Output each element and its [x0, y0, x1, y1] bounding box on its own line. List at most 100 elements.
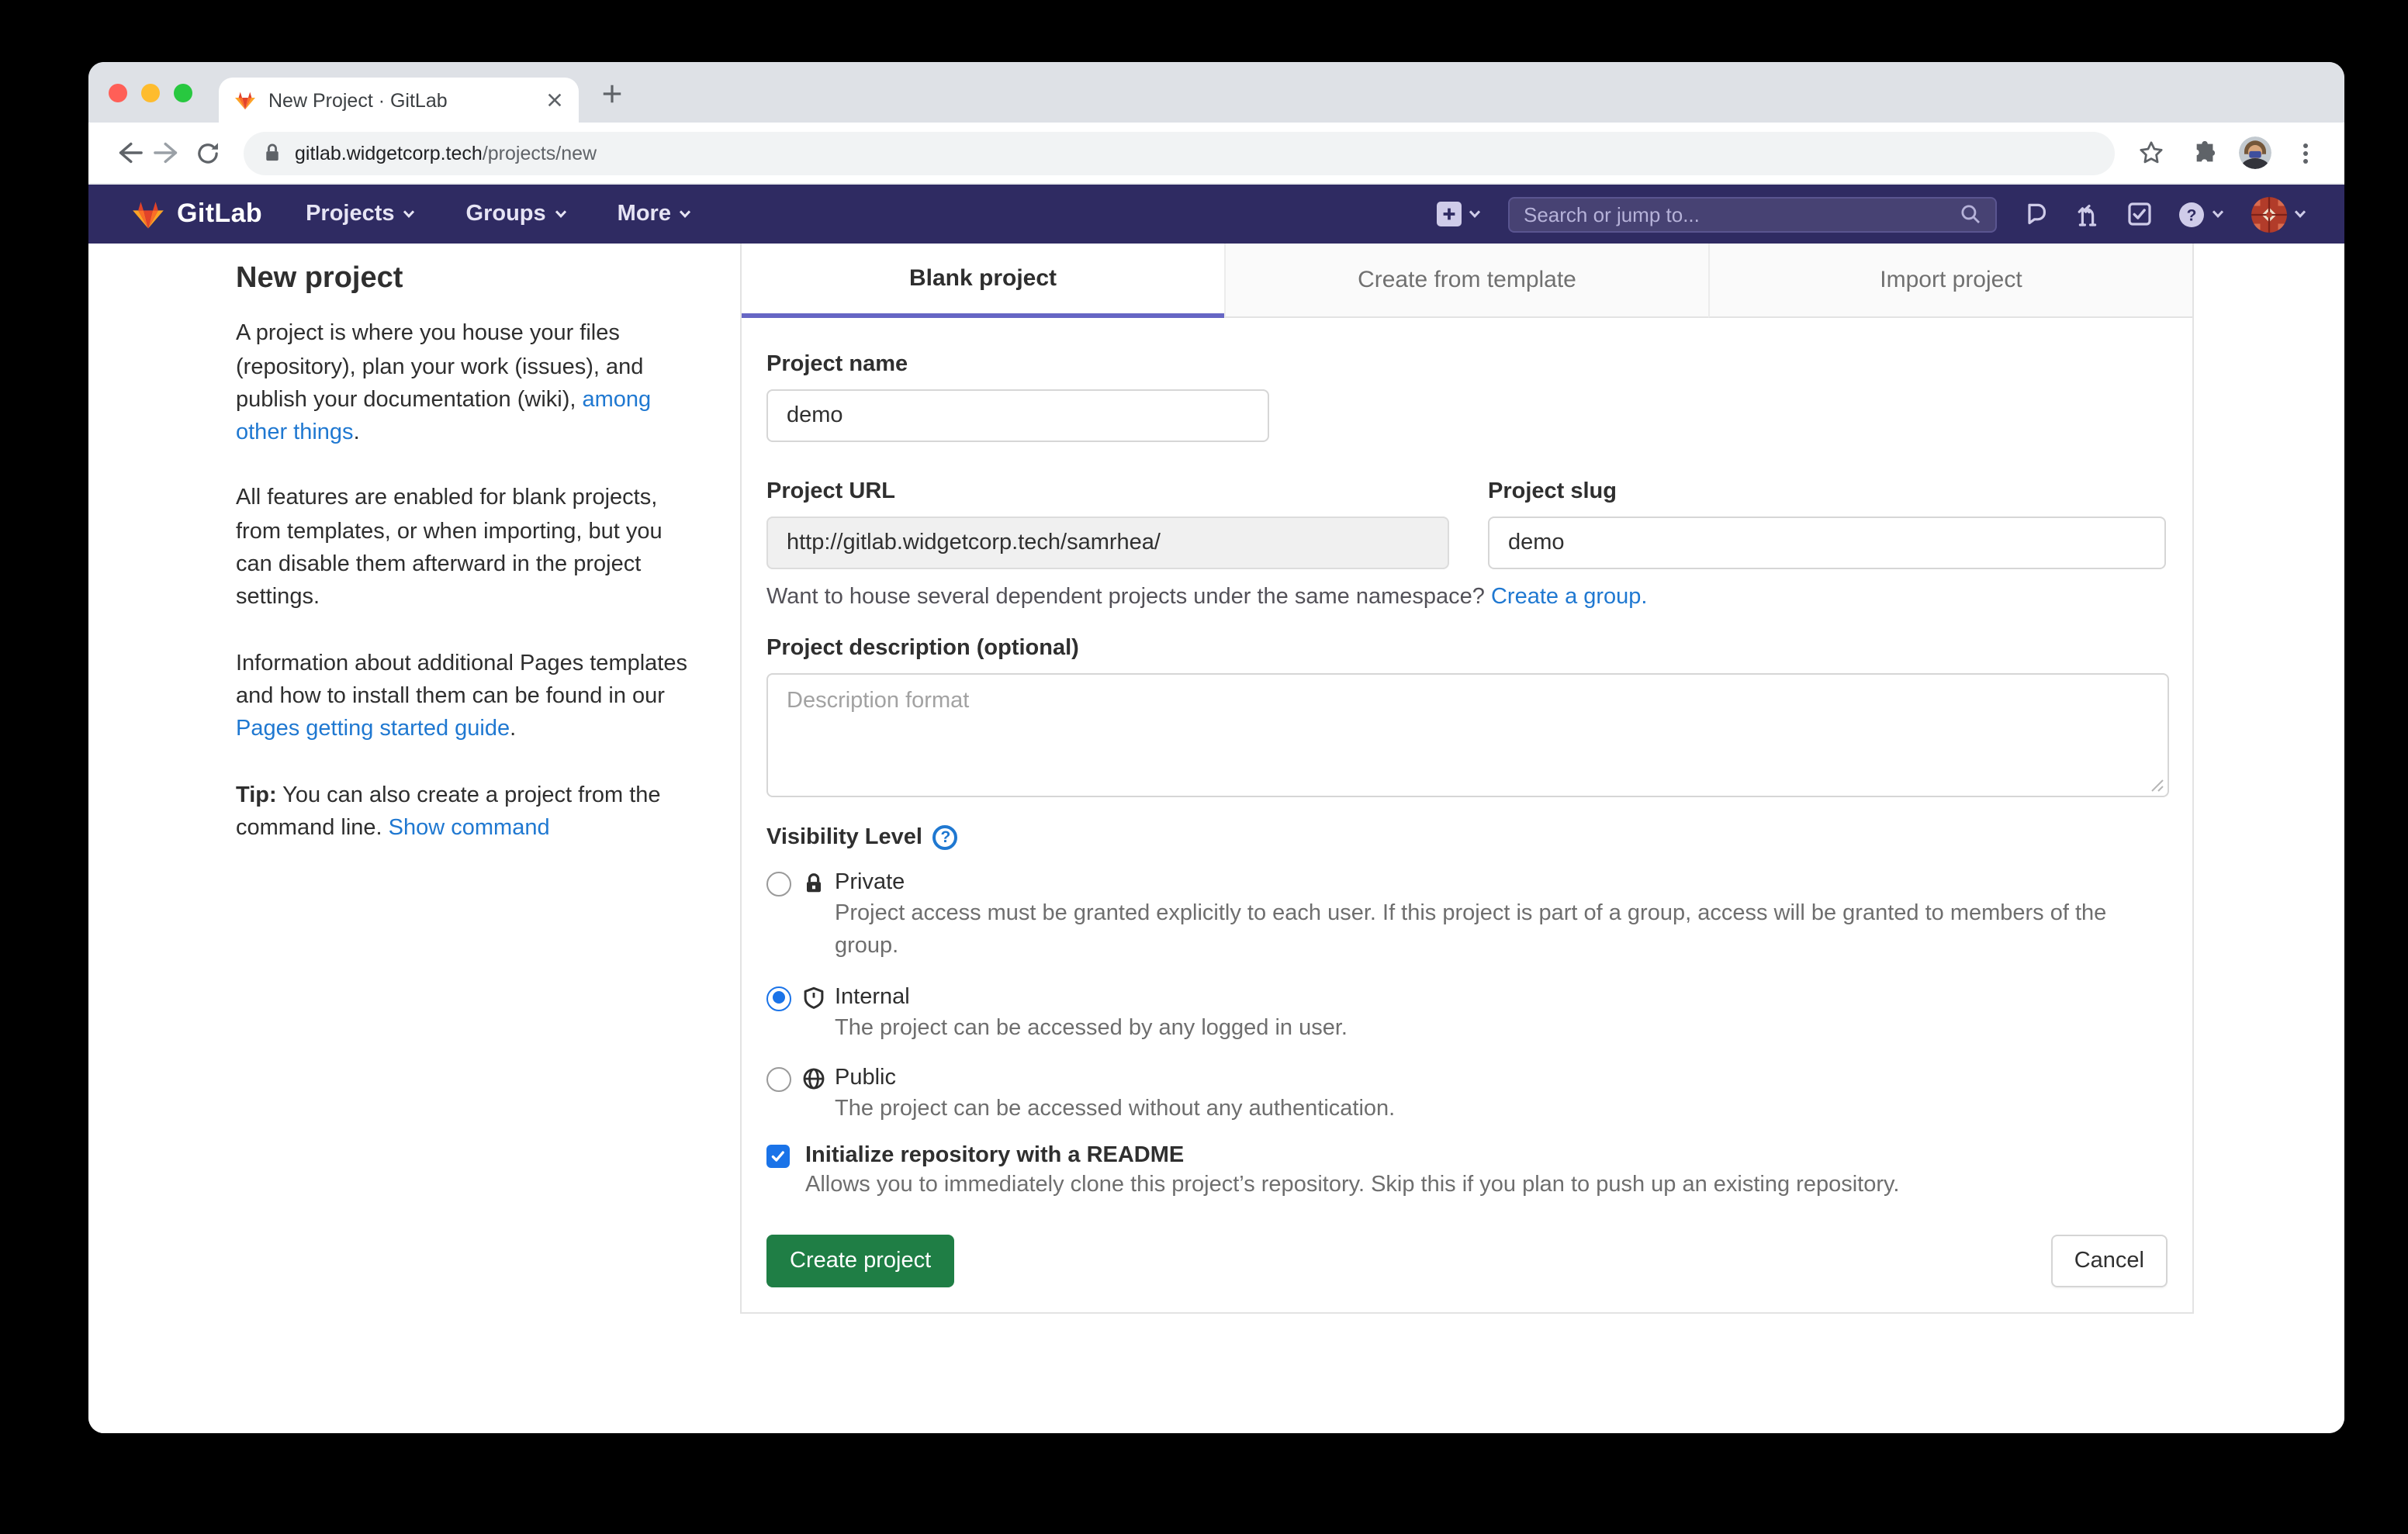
brand-name: GitLab — [177, 199, 262, 230]
help-icon: ? — [2178, 201, 2205, 227]
visibility-option-public[interactable]: Public The project can be accessed witho… — [766, 1066, 2168, 1127]
reload-icon[interactable] — [188, 133, 228, 173]
traffic-lights — [109, 84, 192, 102]
visibility-option-private[interactable]: Private Project access must be granted e… — [766, 870, 2168, 964]
browser-window: New Project · GitLab — [88, 62, 2344, 1433]
browser-tabstrip: New Project · GitLab — [88, 62, 2344, 123]
project-url-input[interactable] — [766, 517, 1449, 569]
p3-text: Information about additional Pages templ… — [236, 651, 687, 709]
search-input[interactable] — [1524, 202, 1960, 226]
visibility-help-icon[interactable]: ? — [933, 825, 958, 850]
internal-label: Internal — [835, 984, 1348, 1009]
chevron-down-icon — [2293, 209, 2307, 219]
browser-menu-kebab-icon[interactable] — [2285, 133, 2326, 173]
gitlab-favicon-icon — [234, 90, 256, 110]
gitlab-navbar: GitLab Projects Groups More — [88, 185, 2344, 244]
p1-period: . — [354, 420, 360, 445]
issues-icon[interactable] — [2023, 202, 2048, 226]
nav-projects-menu[interactable]: Projects — [306, 202, 416, 226]
project-slug-input[interactable] — [1488, 517, 2166, 569]
readme-label: Initialize repository with a README — [805, 1143, 1184, 1168]
bookmark-star-icon[interactable] — [2130, 133, 2171, 173]
p3-period: . — [510, 717, 516, 742]
pages-guide-link[interactable]: Pages getting started guide — [236, 717, 510, 742]
merge-requests-icon[interactable] — [2074, 201, 2101, 227]
browser-toolbar: gitlab.widgetcorp.tech/projects/new — [88, 123, 2344, 185]
nav-groups-menu[interactable]: Groups — [466, 202, 568, 226]
forward-icon[interactable] — [147, 133, 188, 173]
search-icon — [1960, 203, 1981, 225]
screen: New Project · GitLab — [0, 0, 2408, 1534]
page-content: New project A project is where you house… — [88, 244, 2344, 1433]
sidebar-paragraph-1: A project is where you house your files … — [236, 319, 690, 451]
private-radio[interactable] — [766, 872, 791, 897]
project-description-textarea[interactable] — [766, 673, 2169, 797]
url-host: gitlab.widgetcorp.tech — [295, 142, 483, 164]
tab-close-icon[interactable] — [546, 92, 563, 109]
lock-icon — [802, 872, 825, 903]
project-type-tabs: Blank project Create from template Impor… — [742, 244, 2192, 318]
browser-tab[interactable]: New Project · GitLab — [219, 78, 579, 123]
nav-more-label: More — [618, 202, 671, 226]
sidebar-tip: Tip: You can also create a project from … — [236, 779, 690, 845]
plus-square-icon — [1437, 202, 1462, 226]
project-name-input[interactable] — [766, 389, 1269, 442]
internal-radio[interactable] — [766, 986, 791, 1011]
gitlab-logo[interactable]: GitLab — [132, 199, 262, 230]
readme-option[interactable]: Initialize repository with a README — [766, 1143, 2168, 1168]
readme-checkbox[interactable] — [766, 1145, 790, 1168]
sidebar-help-text: New project A project is where you house… — [236, 262, 690, 878]
visibility-option-internal[interactable]: Internal The project can be accessed by … — [766, 984, 2168, 1045]
lock-icon — [264, 143, 281, 163]
public-label: Public — [835, 1066, 1395, 1090]
zoom-window-button[interactable] — [174, 84, 192, 102]
project-name-label: Project name — [766, 352, 2168, 377]
private-description: Project access must be granted explicitl… — [835, 898, 2154, 964]
create-project-button[interactable]: Create project — [766, 1235, 954, 1287]
show-command-link[interactable]: Show command — [389, 816, 550, 841]
visibility-level-label: Visibility Level — [766, 825, 922, 850]
tab-blank-project[interactable]: Blank project — [742, 244, 1224, 318]
global-search[interactable] — [1508, 196, 1997, 232]
public-radio[interactable] — [766, 1067, 791, 1092]
navbar-menus: Projects Groups More — [306, 202, 693, 226]
cancel-button[interactable]: Cancel — [2051, 1235, 2168, 1287]
new-project-panel: Blank project Create from template Impor… — [740, 244, 2194, 1314]
tip-label: Tip: — [236, 783, 277, 807]
form-actions: Create project Cancel — [766, 1235, 2168, 1287]
new-menu-dropdown[interactable] — [1437, 202, 1482, 226]
project-description-label: Project description (optional) — [766, 636, 2168, 661]
page-title: New project — [236, 262, 690, 295]
browser-profile-avatar[interactable] — [2239, 136, 2271, 169]
chevron-down-icon — [403, 209, 417, 219]
namespace-hint-text: Want to house several dependent projects… — [766, 585, 1491, 610]
tab-create-from-template[interactable]: Create from template — [1224, 244, 1708, 318]
svg-text:?: ? — [2187, 206, 2197, 223]
public-description: The project can be accessed without any … — [835, 1093, 1395, 1127]
close-window-button[interactable] — [109, 84, 127, 102]
new-tab-button[interactable] — [600, 82, 624, 105]
tab-import-project[interactable]: Import project — [1708, 244, 2192, 318]
user-menu-dropdown[interactable] — [2251, 196, 2307, 232]
help-menu-dropdown[interactable]: ? — [2178, 201, 2225, 227]
sidebar-paragraph-3: Information about additional Pages templ… — [236, 648, 690, 747]
nav-projects-label: Projects — [306, 202, 394, 226]
extensions-puzzle-icon[interactable] — [2185, 133, 2225, 173]
namespace-hint: Want to house several dependent projects… — [766, 585, 2168, 610]
minimize-window-button[interactable] — [141, 84, 160, 102]
tab-title: New Project · GitLab — [268, 89, 534, 111]
nav-groups-label: Groups — [466, 202, 546, 226]
globe-icon — [802, 1067, 825, 1098]
todos-icon[interactable] — [2127, 202, 2152, 226]
blank-project-form: Project name Project URL Project slug Wa… — [742, 318, 2192, 1287]
project-slug-label: Project slug — [1488, 479, 2166, 504]
url-bar[interactable]: gitlab.widgetcorp.tech/projects/new — [244, 131, 2115, 174]
url-text: gitlab.widgetcorp.tech/projects/new — [295, 142, 597, 164]
create-a-group-link[interactable]: Create a group. — [1491, 585, 1648, 610]
tanuki-icon — [132, 199, 164, 230]
chevron-down-icon — [679, 209, 693, 219]
back-icon[interactable] — [107, 133, 147, 173]
user-avatar — [2251, 196, 2287, 232]
readme-description: Allows you to immediately clone this pro… — [805, 1173, 2168, 1197]
nav-more-menu[interactable]: More — [618, 202, 693, 226]
